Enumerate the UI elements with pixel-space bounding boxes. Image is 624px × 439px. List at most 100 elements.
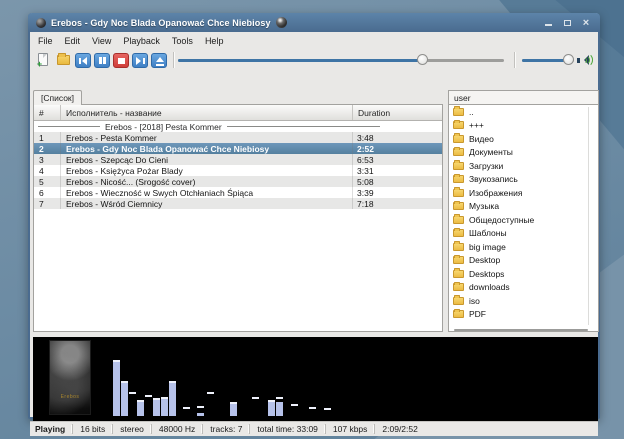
- file-browser-hscrollbar[interactable]: [454, 329, 588, 331]
- seek-slider[interactable]: [178, 52, 504, 68]
- volume-handle[interactable]: [563, 54, 574, 65]
- qmmp-ball-icon: [276, 17, 287, 28]
- track-rows: 1Erebos - Pesta Kommer3:482Erebos - Gdy …: [34, 132, 442, 209]
- folder-item[interactable]: ..: [449, 105, 598, 119]
- spectrum-peak-cap: [169, 381, 176, 383]
- track-row-4[interactable]: 4Erebos - Księżyca Pożar Blady3:31: [34, 165, 442, 176]
- playlist-header[interactable]: # Исполнитель - название Duration: [34, 105, 442, 121]
- column-number[interactable]: #: [34, 105, 61, 120]
- stop-button[interactable]: [113, 53, 129, 68]
- spectrum-peak-cap: [207, 392, 214, 394]
- track-row-3[interactable]: 3Erebos - Szepcąc Do Cieni6:53: [34, 154, 442, 165]
- previous-track-button[interactable]: [75, 53, 91, 68]
- next-track-button[interactable]: [132, 53, 148, 68]
- menu-help[interactable]: Help: [205, 34, 233, 48]
- folder-item[interactable]: +++: [449, 119, 598, 133]
- folder-icon: [453, 162, 464, 170]
- spectrum-peak-cap: [153, 398, 160, 400]
- menu-view[interactable]: View: [92, 34, 120, 48]
- visualization-panel[interactable]: Erebos: [33, 337, 598, 421]
- folder-item[interactable]: Desktop: [449, 254, 598, 268]
- pause-button[interactable]: [94, 53, 110, 68]
- open-folder-icon: [57, 55, 70, 65]
- menu-tools[interactable]: Tools: [172, 34, 202, 48]
- folder-icon: [453, 108, 464, 116]
- status-item: Playing: [30, 424, 72, 434]
- folder-icon: [453, 202, 464, 210]
- album-art: Erebos: [49, 340, 91, 415]
- menu-playback[interactable]: Playback: [123, 34, 169, 48]
- close-button[interactable]: ×: [581, 18, 591, 28]
- folder-item[interactable]: Видео: [449, 132, 598, 146]
- track-row-7[interactable]: 7Erebos - Wśród Ciemnicy7:18: [34, 198, 442, 209]
- folder-item[interactable]: PDF: [449, 308, 598, 322]
- toolbar-separator: [514, 52, 515, 68]
- folder-label: big image: [469, 242, 506, 252]
- folder-item[interactable]: big image: [449, 240, 598, 254]
- folder-icon: [453, 256, 464, 264]
- window-title: Erebos - Gdy Noc Blada Opanować Chce Nie…: [51, 18, 271, 28]
- player-window: Erebos - Gdy Noc Blada Opanować Chce Nie…: [28, 13, 600, 419]
- folder-item[interactable]: Документы: [449, 146, 598, 160]
- column-duration[interactable]: Duration: [353, 105, 442, 120]
- folder-label: Музыка: [469, 201, 499, 211]
- file-browser-list: .. +++Видео ДокументыЗагрузкиЗвукозапись Из…: [448, 105, 599, 332]
- folder-item[interactable]: Шаблоны: [449, 227, 598, 241]
- folder-icon: [453, 135, 464, 143]
- folder-label: Видео: [469, 134, 494, 144]
- column-artist-title[interactable]: Исполнитель - название: [61, 105, 353, 120]
- toolbar: +: [30, 49, 598, 71]
- menu-file[interactable]: File: [38, 34, 62, 48]
- folder-label: iso: [469, 296, 480, 306]
- folder-item[interactable]: iso: [449, 294, 598, 308]
- spectrum-peak-cap: [161, 397, 168, 399]
- folder-item[interactable]: Изображения: [449, 186, 598, 200]
- menu-edit[interactable]: Edit: [65, 34, 90, 48]
- status-bar: Playing16 bitsstereo48000 Hztracks: 7tot…: [30, 421, 598, 436]
- spectrum-peak-cap: [183, 407, 190, 409]
- track-row-6[interactable]: 6Erebos - Wieczność w Swych Otchłaniach …: [34, 187, 442, 198]
- app-icon: [36, 18, 46, 28]
- folder-item[interactable]: Звукозапись: [449, 173, 598, 187]
- open-folder-button[interactable]: [55, 52, 72, 68]
- spectrum-bar: [113, 362, 120, 416]
- folder-label: ..: [469, 107, 474, 117]
- folder-item[interactable]: Общедоступные: [449, 213, 598, 227]
- folder-item[interactable]: Музыка: [449, 200, 598, 214]
- folder-label: Шаблоны: [469, 228, 507, 238]
- spectrum-peak-cap: [291, 404, 298, 406]
- titlebar[interactable]: Erebos - Gdy Noc Blada Opanować Chce Nie…: [28, 13, 600, 32]
- eject-button[interactable]: [151, 53, 167, 68]
- folder-label: Звукозапись: [469, 174, 518, 184]
- speaker-icon[interactable]: [577, 53, 592, 67]
- track-row-1[interactable]: 1Erebos - Pesta Kommer3:48: [34, 132, 442, 143]
- menu-bar: FileEditViewPlaybackToolsHelp: [30, 32, 598, 49]
- folder-icon: [453, 189, 464, 197]
- maximize-button[interactable]: [562, 18, 572, 28]
- track-row-5[interactable]: 5Erebos - Nicość... (Srogość cover)5:08: [34, 176, 442, 187]
- file-browser-path-label: user: [454, 93, 471, 103]
- minimize-button[interactable]: [543, 18, 553, 28]
- playlist-tab[interactable]: [Список]: [33, 90, 82, 105]
- spectrum-peak-cap: [252, 397, 259, 399]
- seek-handle[interactable]: [417, 54, 428, 65]
- spectrum-bar: [276, 402, 283, 416]
- add-file-button[interactable]: +: [35, 52, 52, 68]
- spectrum-bar: [197, 413, 204, 416]
- spectrum-peak-cap: [268, 400, 275, 402]
- folder-icon: [453, 175, 464, 183]
- spectrum-bar: [230, 404, 237, 416]
- track-row-2[interactable]: 2Erebos - Gdy Noc Blada Opanować Chce Ni…: [34, 143, 442, 154]
- file-browser-header[interactable]: user: [448, 90, 599, 105]
- folder-label: Desktop: [469, 255, 500, 265]
- spectrum-peak-cap: [197, 406, 204, 408]
- status-item: 2:09/2:52: [374, 424, 424, 434]
- folder-item[interactable]: downloads: [449, 281, 598, 295]
- folder-icon: [453, 310, 464, 318]
- volume-slider[interactable]: [522, 52, 574, 68]
- file-browser-scrollbar-track[interactable]: [588, 107, 589, 325]
- spectrum-peak-cap: [121, 381, 128, 383]
- folder-item[interactable]: Загрузки: [449, 159, 598, 173]
- folder-item[interactable]: Desktops: [449, 267, 598, 281]
- folder-label: Desktops: [469, 269, 504, 279]
